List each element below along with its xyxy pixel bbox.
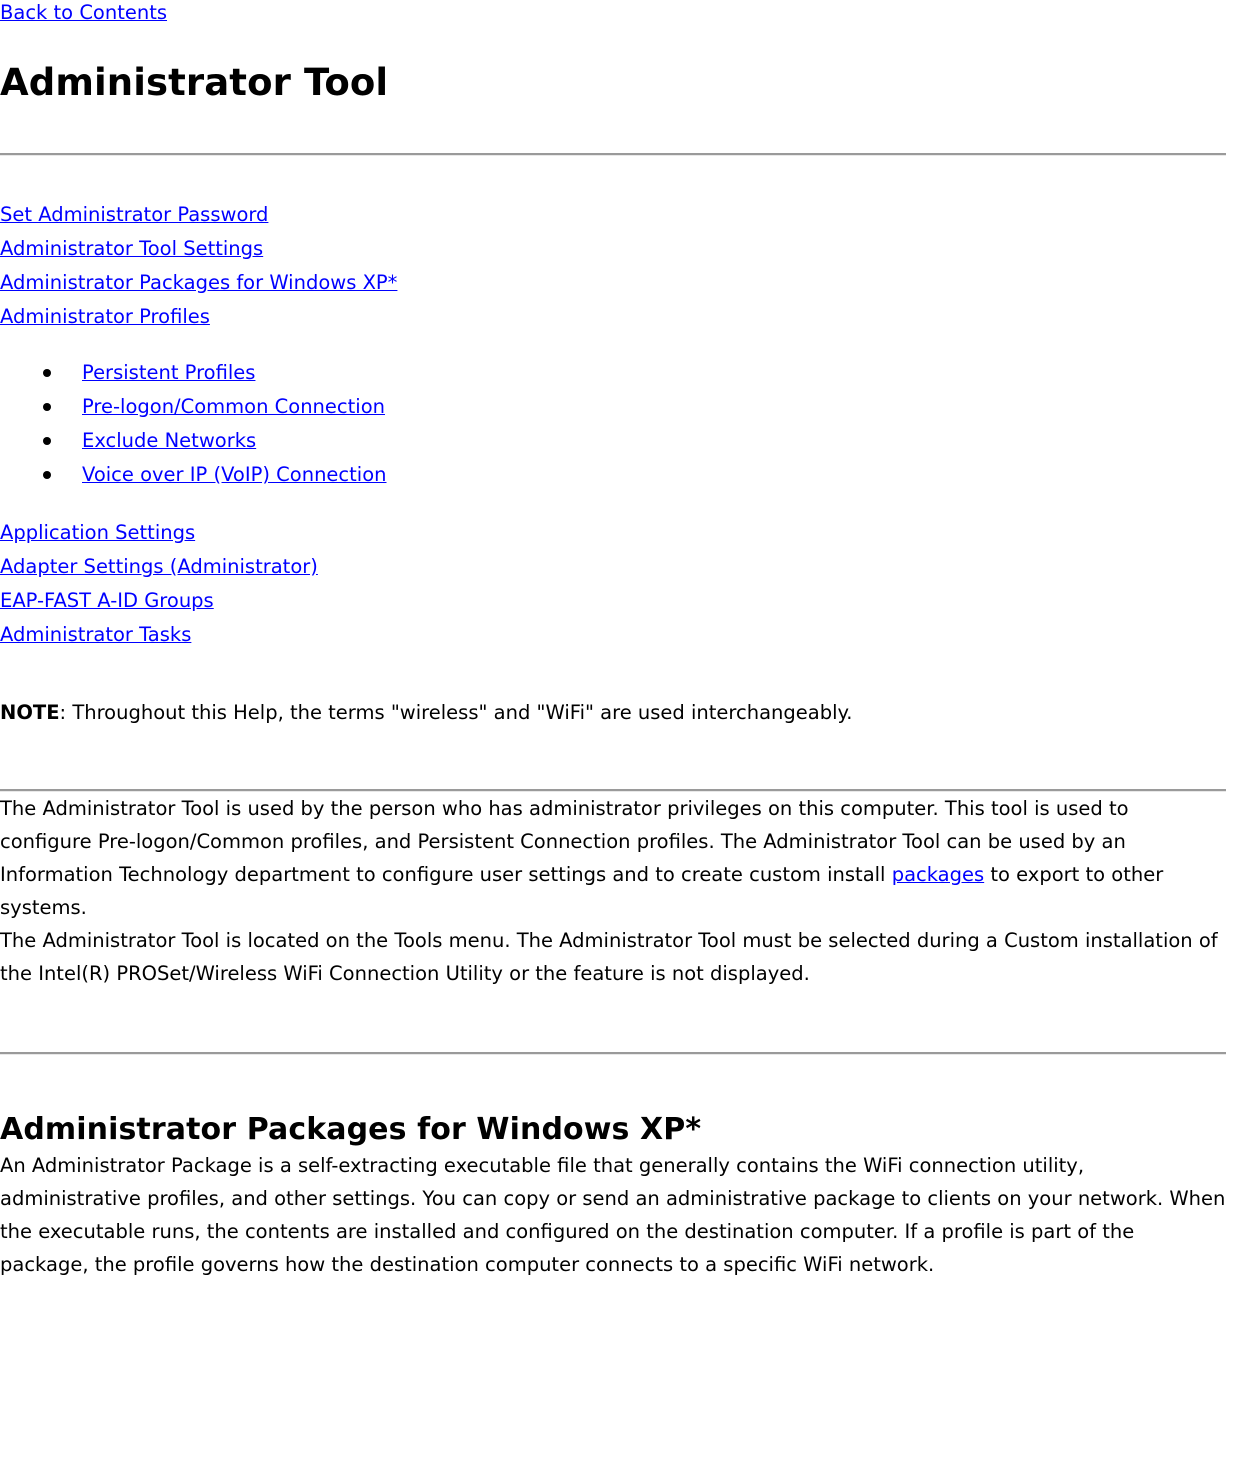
link-eap-fast-a-id-groups[interactable]: EAP-FAST A-ID Groups <box>0 589 214 612</box>
link-pre-logon-common-connection[interactable]: Pre-logon/Common Connection <box>82 395 385 418</box>
section-title-administrator-packages: Administrator Packages for Windows XP* <box>0 1112 702 1147</box>
note-paragraph: NOTE: Throughout this Help, the terms "w… <box>0 696 1226 729</box>
list-item: Administrator Packages for Windows XP* <box>0 266 1226 300</box>
link-voice-over-ip-connection[interactable]: Voice over IP (VoIP) Connection <box>82 463 387 486</box>
link-application-settings[interactable]: Application Settings <box>0 521 195 544</box>
list-item: Administrator Profiles <box>0 300 1226 334</box>
note-label: NOTE <box>0 701 60 724</box>
note-separator: : <box>59 701 73 724</box>
section-title-wrapper: Administrator Packages for Windows XP* <box>0 1111 1226 1149</box>
horizontal-rule-bottom <box>0 1052 1226 1055</box>
help-page: Back to Contents Administrator Tool Set … <box>0 0 1234 1281</box>
profile-bullet-list: Persistent Profiles Pre-logon/Common Con… <box>0 356 1226 492</box>
list-item: Application Settings <box>0 516 1226 550</box>
list-item: Persistent Profiles <box>0 356 1226 390</box>
bullet-icon <box>43 369 51 377</box>
section-paragraph: An Administrator Package is a self-extra… <box>0 1154 1226 1276</box>
link-packages[interactable]: packages <box>892 863 984 886</box>
intro-paragraph: The Administrator Tool is used by the pe… <box>0 792 1226 924</box>
bullet-icon <box>43 471 51 479</box>
list-item: Set Administrator Password <box>0 198 1226 232</box>
list-item: Voice over IP (VoIP) Connection <box>0 458 1226 492</box>
link-administrator-tasks[interactable]: Administrator Tasks <box>0 623 191 646</box>
back-to-contents-row: Back to Contents <box>0 0 1226 29</box>
link-exclude-networks[interactable]: Exclude Networks <box>82 429 256 452</box>
list-item: Administrator Tool Settings <box>0 232 1226 266</box>
bullet-icon <box>43 437 51 445</box>
link-set-administrator-password[interactable]: Set Administrator Password <box>0 203 268 226</box>
back-to-contents-link[interactable]: Back to Contents <box>0 1 167 24</box>
link-administrator-tool-settings[interactable]: Administrator Tool Settings <box>0 237 263 260</box>
note-text: Throughout this Help, the terms "wireles… <box>72 701 853 724</box>
link-administrator-profiles[interactable]: Administrator Profiles <box>0 305 210 328</box>
list-item: EAP-FAST A-ID Groups <box>0 584 1226 618</box>
location-paragraph: The Administrator Tool is located on the… <box>0 929 1218 985</box>
list-item: Exclude Networks <box>0 424 1226 458</box>
page-title: Administrator Tool <box>0 61 389 104</box>
list-item: Adapter Settings (Administrator) <box>0 550 1226 584</box>
link-persistent-profiles[interactable]: Persistent Profiles <box>82 361 255 384</box>
list-item: Pre-logon/Common Connection <box>0 390 1226 424</box>
list-item: Administrator Tasks <box>0 618 1226 652</box>
primary-link-list: Set Administrator Password Administrator… <box>0 198 1226 334</box>
link-administrator-packages-for-windows-xp[interactable]: Administrator Packages for Windows XP* <box>0 271 397 294</box>
link-adapter-settings-administrator[interactable]: Adapter Settings (Administrator) <box>0 555 318 578</box>
secondary-link-list: Application Settings Adapter Settings (A… <box>0 516 1226 652</box>
horizontal-rule-top <box>0 153 1226 156</box>
bullet-icon <box>43 403 51 411</box>
